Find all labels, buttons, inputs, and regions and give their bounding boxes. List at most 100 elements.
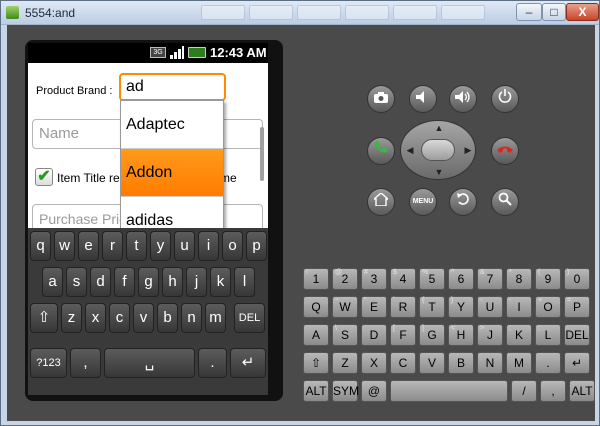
dropdown-item-selected[interactable]: Addon: [121, 149, 223, 196]
hw-key-2[interactable]: 2 @: [332, 268, 358, 290]
hw-key-Y[interactable]: Y}: [448, 296, 474, 318]
hw-key-B[interactable]: B: [448, 352, 474, 374]
home-button[interactable]: [367, 188, 395, 216]
key-u[interactable]: u: [174, 231, 195, 261]
key-z[interactable]: z: [61, 303, 82, 333]
key-DEL[interactable]: DEL: [234, 303, 265, 333]
hw-key-5[interactable]: 5%: [419, 268, 445, 290]
hw-key-A[interactable]: A: [303, 324, 329, 346]
hw-key-I[interactable]: I-: [506, 296, 532, 318]
key-shift[interactable]: ⇧: [30, 303, 58, 333]
key-enter[interactable]: ↵: [230, 348, 266, 378]
key-i[interactable]: i: [198, 231, 219, 261]
key-a[interactable]: a: [42, 267, 63, 297]
hw-key-Q[interactable]: Q: [303, 296, 329, 318]
dropdown-item[interactable]: Adaptec: [121, 101, 223, 148]
key-n[interactable]: n: [181, 303, 202, 333]
search-button[interactable]: [491, 188, 519, 216]
hw-key-↵[interactable]: ↵: [564, 352, 590, 374]
scrollbar[interactable]: [260, 127, 264, 181]
hw-key-W[interactable]: W ~: [332, 296, 358, 318]
end-call-button[interactable]: [491, 137, 519, 165]
key-s[interactable]: s: [66, 267, 87, 297]
hw-key-ALT[interactable]: ALT: [569, 380, 595, 402]
volume-down-button[interactable]: [409, 85, 437, 113]
hw-key-V[interactable]: V: [419, 352, 445, 374]
hw-key-DEL[interactable]: DEL: [564, 324, 590, 346]
hw-key-R[interactable]: R `: [390, 296, 416, 318]
hw-key-@[interactable]: @: [361, 380, 387, 402]
hw-key-J[interactable]: J >: [477, 324, 503, 346]
hw-key-.[interactable]: .: [535, 352, 561, 374]
hw-key-1[interactable]: 1!: [303, 268, 329, 290]
hw-key-4[interactable]: 4 $: [390, 268, 416, 290]
hw-key-,[interactable]: ,: [540, 380, 566, 402]
dpad-down-icon[interactable]: ▼: [434, 167, 444, 177]
hw-key-0[interactable]: 0): [564, 268, 590, 290]
dpad-left-icon[interactable]: ◀: [405, 145, 415, 156]
camera-button[interactable]: [367, 85, 395, 113]
key-b[interactable]: b: [157, 303, 178, 333]
hw-key-K[interactable]: K;: [506, 324, 532, 346]
dpad[interactable]: ▲ ▼ ◀ ▶: [400, 120, 476, 180]
hw-key-D[interactable]: D: [361, 324, 387, 346]
hw-key-9[interactable]: 9(: [535, 268, 561, 290]
dpad-center-button[interactable]: [421, 139, 455, 161]
hw-key-M[interactable]: M: [506, 352, 532, 374]
hw-key-N[interactable]: N: [477, 352, 503, 374]
key-q[interactable]: q: [30, 231, 51, 261]
key-p[interactable]: p: [246, 231, 267, 261]
key-j[interactable]: j: [186, 267, 207, 297]
hw-key-F[interactable]: F[: [390, 324, 416, 346]
hw-key-/[interactable]: /: [511, 380, 537, 402]
key-y[interactable]: y: [150, 231, 171, 261]
hw-key-T[interactable]: T{: [419, 296, 445, 318]
key-t[interactable]: t: [126, 231, 147, 261]
hw-key-U[interactable]: U-: [477, 296, 503, 318]
brand-input[interactable]: ad: [119, 73, 226, 101]
key-k[interactable]: k: [210, 267, 231, 297]
hw-key-SYM[interactable]: SYM: [332, 380, 359, 402]
maximize-button[interactable]: □: [542, 3, 566, 21]
hw-key-Z[interactable]: Z: [332, 352, 358, 374]
hw-key-⇧[interactable]: ⇧: [303, 352, 329, 374]
power-button[interactable]: [491, 85, 519, 113]
key-x[interactable]: x: [85, 303, 106, 333]
hw-key-S[interactable]: S \: [332, 324, 358, 346]
key-r[interactable]: r: [102, 231, 123, 261]
dpad-right-icon[interactable]: ▶: [463, 145, 473, 156]
key-,[interactable]: ,: [70, 348, 101, 378]
hw-key-7[interactable]: 7 &: [477, 268, 503, 290]
key-o[interactable]: o: [222, 231, 243, 261]
key-c[interactable]: c: [109, 303, 130, 333]
close-button[interactable]: X: [566, 3, 599, 21]
hw-key-ALT[interactable]: ALT: [303, 380, 329, 402]
key-w[interactable]: w: [54, 231, 75, 261]
call-button[interactable]: [367, 137, 395, 165]
hw-key-3[interactable]: 3 #: [361, 268, 387, 290]
key-l[interactable]: l: [234, 267, 255, 297]
minimize-button[interactable]: –: [516, 3, 542, 21]
hw-key-8[interactable]: 8 *: [506, 268, 532, 290]
volume-up-button[interactable]: [449, 85, 477, 113]
menu-button[interactable]: MENU: [409, 188, 437, 216]
key-v[interactable]: v: [133, 303, 154, 333]
key-m[interactable]: m: [205, 303, 226, 333]
key-d[interactable]: d: [90, 267, 111, 297]
item-title-checkbox[interactable]: ✔: [35, 168, 53, 186]
hw-key-E[interactable]: E ": [361, 296, 387, 318]
hw-key-H[interactable]: H <: [448, 324, 474, 346]
hw-key-O[interactable]: O +: [535, 296, 561, 318]
hw-key-space[interactable]: [390, 380, 508, 402]
key-e[interactable]: e: [78, 231, 99, 261]
hw-key-6[interactable]: 6 ^: [448, 268, 474, 290]
dpad-up-icon[interactable]: ▲: [434, 123, 444, 133]
hw-key-P[interactable]: P =: [564, 296, 590, 318]
hw-key-L[interactable]: L:: [535, 324, 561, 346]
key-f[interactable]: f: [114, 267, 135, 297]
hw-key-X[interactable]: X: [361, 352, 387, 374]
key-space[interactable]: ␣: [104, 348, 195, 378]
key-g[interactable]: g: [138, 267, 159, 297]
back-button[interactable]: [449, 188, 477, 216]
key-.[interactable]: .: [198, 348, 227, 378]
